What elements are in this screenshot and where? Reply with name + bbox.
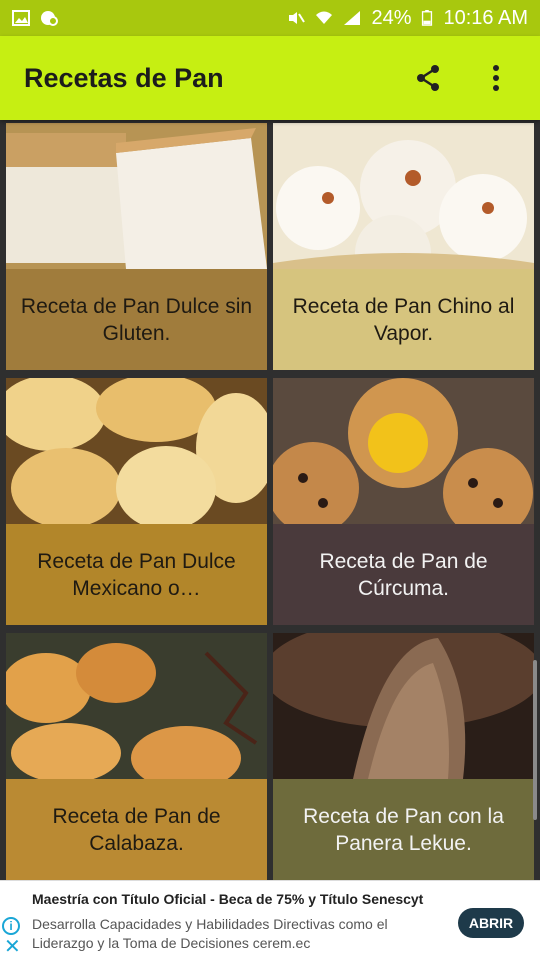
- ad-banner[interactable]: i ✕ Maestría con Título Oficial - Beca d…: [0, 880, 540, 960]
- ad-body[interactable]: Desarrolla Capacidades y Habilidades Dir…: [32, 915, 432, 953]
- wifi-icon: [316, 11, 333, 24]
- app-bar: Recetas de Pan: [0, 36, 540, 120]
- app-title: Recetas de Pan: [24, 62, 224, 93]
- recipe-card[interactable]: Receta de Pan Dulce Mexicano o…: [6, 378, 267, 625]
- mute-icon: [289, 12, 306, 24]
- recipe-title: Receta de Pan Dulce sin Gluten.: [6, 269, 267, 370]
- signal-icon: [344, 11, 361, 25]
- recipe-card[interactable]: Receta de Pan Dulce sin Gluten.: [6, 123, 267, 370]
- recipe-image: [273, 123, 534, 269]
- more-vert-icon: [493, 65, 499, 91]
- recipe-image: [6, 378, 267, 524]
- settings-notification-icon: [41, 11, 58, 26]
- battery-percent: 24%: [371, 6, 412, 29]
- recipe-title: Receta de Pan con la Panera Lekue.: [273, 779, 534, 880]
- ad-open-button[interactable]: ABRIR: [458, 908, 524, 938]
- recipe-card[interactable]: Receta de Pan de Cúrcuma.: [273, 378, 534, 625]
- recipe-title: Receta de Pan Dulce Mexicano o…: [6, 524, 267, 625]
- image-notification-icon: [12, 10, 30, 26]
- recipe-card[interactable]: Receta de Pan con la Panera Lekue.: [273, 633, 534, 880]
- recipe-title: Receta de Pan de Cúrcuma.: [273, 524, 534, 625]
- recipe-image: [273, 378, 534, 524]
- recipe-image: [6, 123, 267, 269]
- scrollbar[interactable]: [533, 660, 537, 820]
- status-bar: 24% 10:16 AM: [0, 0, 540, 36]
- recipe-image: [273, 633, 534, 779]
- share-button[interactable]: [408, 58, 448, 98]
- recipe-title: Receta de Pan de Calabaza.: [6, 779, 267, 880]
- recipe-card[interactable]: Receta de Pan Chino al Vapor.: [273, 123, 534, 370]
- recipe-card[interactable]: Receta de Pan de Calabaza.: [6, 633, 267, 880]
- recipe-grid: Receta de Pan Dulce sin Gluten. Receta d…: [0, 120, 540, 880]
- recipe-image: [6, 633, 267, 779]
- clock: 10:16 AM: [443, 6, 528, 29]
- battery-icon: [422, 10, 433, 26]
- overflow-menu-button[interactable]: [476, 58, 516, 98]
- recipe-title: Receta de Pan Chino al Vapor.: [273, 269, 534, 370]
- ad-title[interactable]: Maestría con Título Oficial - Beca de 75…: [32, 891, 423, 907]
- info-icon[interactable]: i: [2, 917, 20, 935]
- close-icon[interactable]: ✕: [4, 937, 21, 957]
- share-icon: [417, 65, 439, 91]
